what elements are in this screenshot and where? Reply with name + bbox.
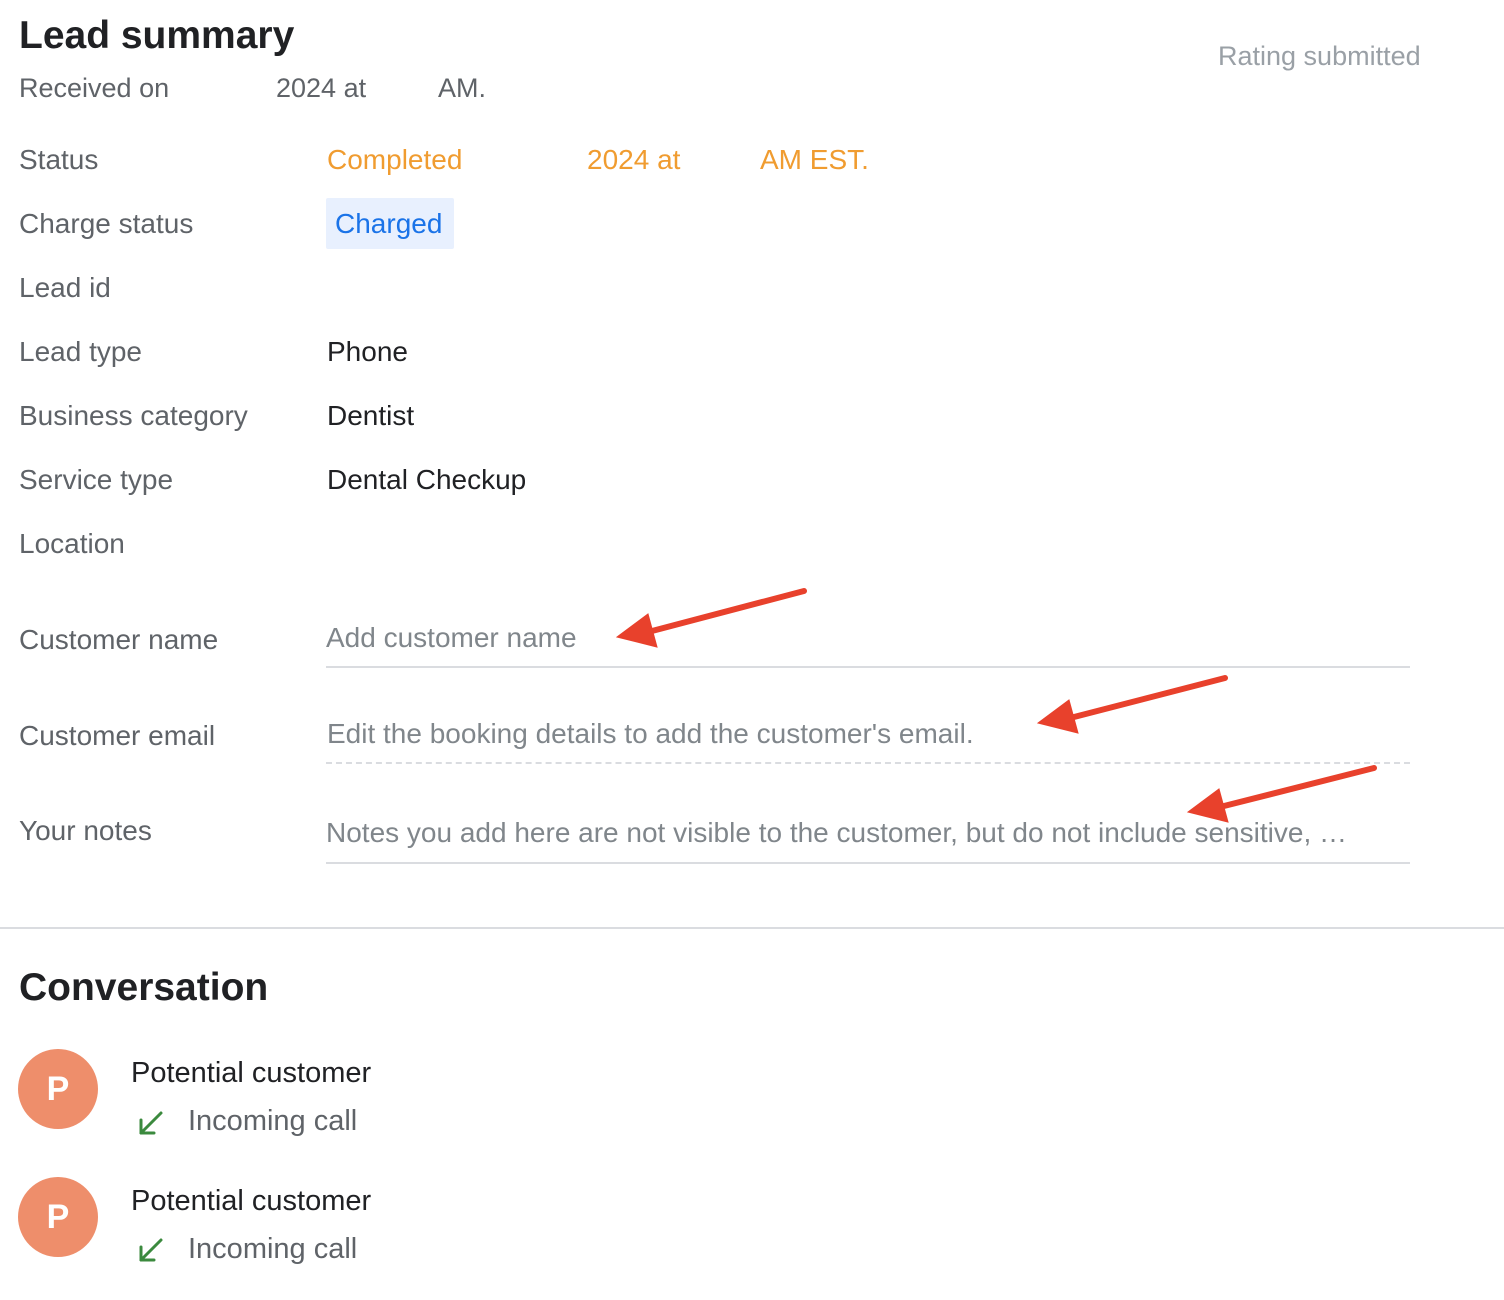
customer-email-underline [326, 762, 1410, 764]
charge-status-value: Charged [335, 208, 443, 239]
status-label: Status [19, 144, 99, 175]
lead-type-label: Lead type [19, 336, 142, 367]
notes-input[interactable] [326, 813, 1410, 853]
status-value: Completed [327, 144, 463, 175]
service-type-value: Dental Checkup [327, 464, 527, 495]
conversation-entry-kind: Incoming call [188, 1105, 358, 1137]
received-on-label: Received on [19, 73, 170, 103]
customer-name-input[interactable] [326, 618, 1410, 658]
business-category-label: Business category [19, 400, 248, 431]
received-on-time: AM. [438, 73, 487, 103]
incoming-call-arrow-icon [139, 1111, 163, 1135]
annotation-arrow [1036, 675, 1228, 734]
location-label: Location [19, 528, 125, 559]
conversation-entry-name[interactable]: Potential customer [131, 1184, 371, 1218]
received-on-year: 2024 at [276, 73, 367, 103]
charge-status-label: Charge status [19, 208, 194, 239]
notes-underline [326, 862, 1410, 864]
notes-label: Your notes [19, 815, 152, 846]
page-title: Lead summary [19, 14, 295, 57]
service-type-label: Service type [19, 464, 174, 495]
customer-name-underline [326, 666, 1410, 668]
avatar: P [18, 1177, 98, 1257]
conversation-entry-kind: Incoming call [188, 1233, 358, 1265]
section-divider [0, 927, 1504, 929]
status-date: 2024 at [587, 144, 681, 175]
avatar: P [18, 1049, 98, 1129]
incoming-call-arrow-icon [139, 1238, 163, 1262]
business-category-value: Dentist [327, 400, 415, 431]
conversation-entry-name[interactable]: Potential customer [131, 1056, 371, 1090]
customer-name-label: Customer name [19, 624, 219, 655]
status-time: AM EST. [760, 144, 869, 175]
rating-status: Rating submitted [1218, 41, 1421, 71]
customer-email-label: Customer email [19, 720, 216, 751]
conversation-title: Conversation [19, 966, 269, 1009]
customer-email-placeholder: Edit the booking details to add the cust… [327, 718, 974, 749]
lead-id-label: Lead id [19, 272, 111, 303]
lead-type-value: Phone [327, 336, 408, 367]
